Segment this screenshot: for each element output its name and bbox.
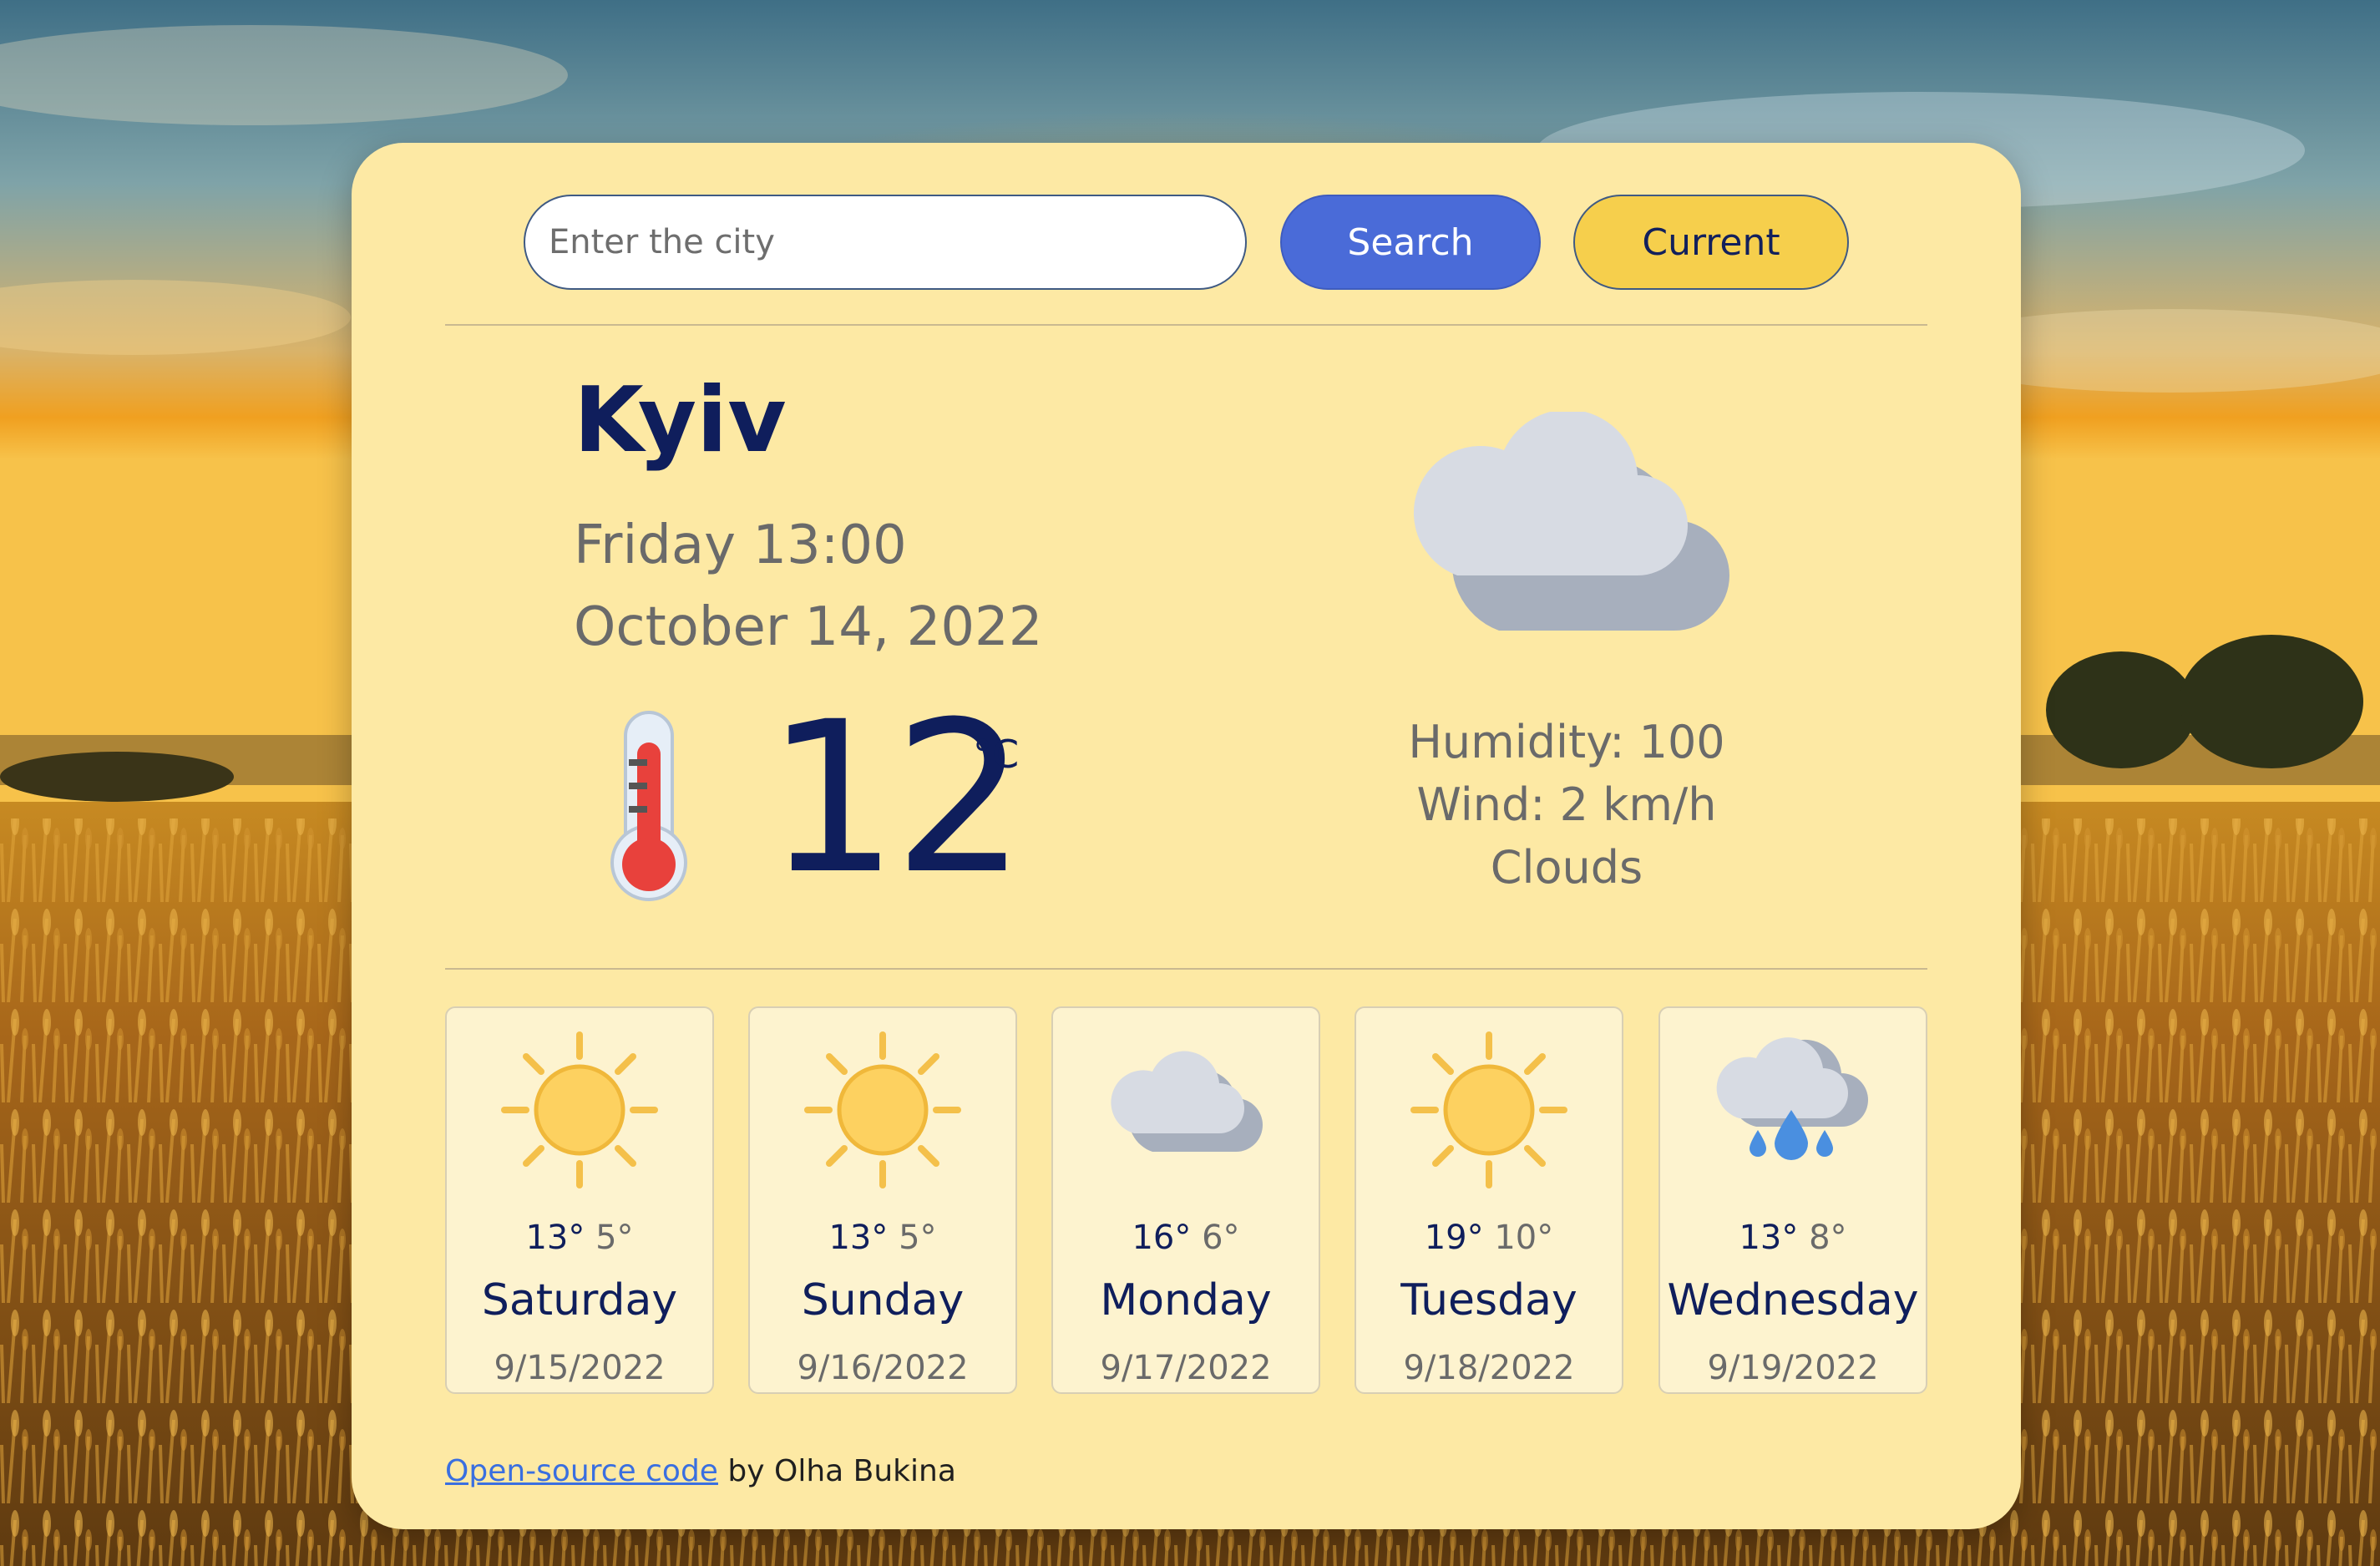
- forecast-max: 13°: [525, 1219, 585, 1257]
- search-form: Search Current: [352, 143, 2021, 327]
- weather-description: Clouds: [1490, 841, 1643, 894]
- forecast-day-name: Monday: [1100, 1275, 1272, 1325]
- thermometer-icon: [610, 711, 687, 901]
- forecast-date: 9/17/2022: [1100, 1349, 1272, 1387]
- author-credit: by Olha Bukina: [717, 1454, 956, 1488]
- forecast-temps: 13° 5°: [750, 1219, 1015, 1257]
- divider: [445, 324, 1927, 326]
- sun-icon: [1410, 1031, 1567, 1188]
- forecast-max: 13°: [828, 1219, 889, 1257]
- city-search-input[interactable]: [524, 195, 1247, 290]
- forecast-day: 13° 5° Sunday 9/16/2022: [748, 1006, 1017, 1394]
- current-location-button[interactable]: Current: [1573, 195, 1849, 290]
- forecast-day: 16° 6° Monday 9/17/2022: [1051, 1006, 1320, 1394]
- forecast-date: 9/19/2022: [1707, 1349, 1879, 1387]
- forecast-day-name: Tuesday: [1400, 1275, 1577, 1325]
- forecast-list: 13° 5° Saturday 9/15/2022 13° 5° Sunday: [445, 1006, 1927, 1394]
- forecast-min: 5°: [595, 1219, 634, 1257]
- weather-card: Search Current Kyiv Friday 13:00 October…: [352, 143, 2021, 1529]
- forecast-temps: 13° 5°: [447, 1219, 712, 1257]
- forecast-temps: 13° 8°: [1660, 1219, 1926, 1257]
- rain-cloud-icon: [1716, 1037, 1868, 1160]
- wind-speed: Wind: 2 km/h: [1416, 778, 1717, 831]
- forecast-day-name: Wednesday: [1667, 1275, 1919, 1325]
- forecast-min: 8°: [1809, 1219, 1847, 1257]
- divider: [445, 968, 1927, 970]
- forecast-max: 16°: [1132, 1219, 1192, 1257]
- day-time: Friday 13:00: [574, 514, 907, 576]
- forecast-date: 9/16/2022: [797, 1349, 969, 1387]
- forecast-temps: 19° 10°: [1356, 1219, 1622, 1257]
- forecast-temps: 16° 6°: [1053, 1219, 1319, 1257]
- forecast-max: 13°: [1739, 1219, 1799, 1257]
- forecast-date: 9/18/2022: [1403, 1349, 1575, 1387]
- city-name: Kyiv: [574, 368, 787, 473]
- forecast-day: 13° 8° Wednesday 9/19/2022: [1658, 1006, 1927, 1394]
- weather-details: Humidity: 100 Wind: 2 km/h Clouds: [1312, 711, 1821, 899]
- sun-icon: [501, 1031, 658, 1188]
- forecast-day-name: Saturday: [481, 1275, 678, 1325]
- forecast-day-name: Sunday: [801, 1275, 965, 1325]
- forecast-min: 10°: [1494, 1219, 1554, 1257]
- forecast-day: 19° 10° Tuesday 9/18/2022: [1355, 1006, 1623, 1394]
- forecast-min: 6°: [1202, 1219, 1240, 1257]
- forecast-day: 13° 5° Saturday 9/15/2022: [445, 1006, 714, 1394]
- cloudy-icon: [1413, 412, 1729, 631]
- cloudy-icon: [1111, 1051, 1263, 1152]
- sun-icon: [804, 1031, 961, 1188]
- current-date: October 14, 2022: [574, 596, 1043, 658]
- forecast-min: 5°: [899, 1219, 937, 1257]
- forecast-max: 19°: [1424, 1219, 1484, 1257]
- temperature-value: 12: [766, 677, 1026, 920]
- temperature-unit: °C: [973, 732, 1020, 777]
- search-button[interactable]: Search: [1280, 195, 1541, 290]
- forecast-date: 9/15/2022: [494, 1349, 666, 1387]
- humidity: Humidity: 100: [1408, 716, 1725, 768]
- footer: Open-source code by Olha Bukina: [445, 1454, 956, 1488]
- source-code-link[interactable]: Open-source code: [445, 1454, 718, 1488]
